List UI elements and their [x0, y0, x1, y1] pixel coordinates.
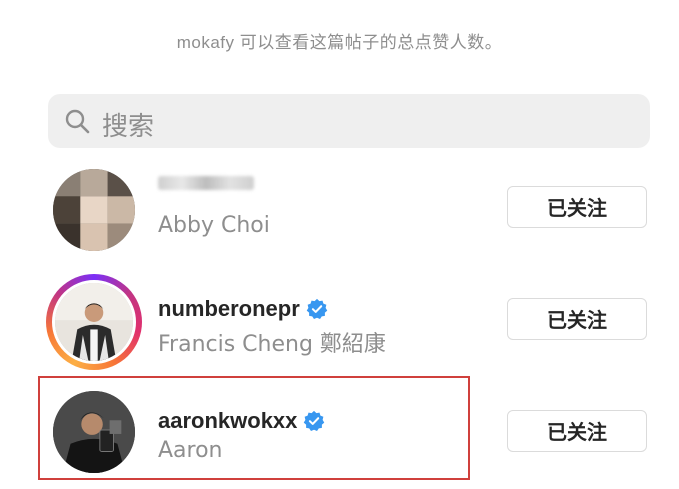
likes-notice: mokafy 可以查看这篇帖子的总点赞人数。	[176, 33, 503, 52]
following-button[interactable]: 已关注	[507, 186, 647, 228]
username-text: numberonepr	[158, 296, 300, 321]
username[interactable]	[158, 176, 260, 190]
following-button[interactable]: 已关注	[507, 298, 647, 340]
following-button[interactable]: 已关注	[507, 410, 647, 452]
avatar-image-blurred	[53, 169, 135, 251]
username-blurred	[158, 176, 254, 190]
avatar[interactable]	[46, 162, 142, 258]
user-row[interactable]: Abby Choi 已关注	[0, 160, 679, 260]
avatar-story-ring[interactable]	[46, 274, 142, 370]
user-row[interactable]: numberonepr Francis Cheng 鄭紹康 已关注	[0, 272, 679, 372]
search-bar[interactable]: 搜索	[48, 94, 650, 148]
highlight-box	[38, 376, 470, 480]
full-name: Abby Choi	[158, 213, 270, 238]
verified-badge-icon	[306, 298, 328, 319]
search-placeholder: 搜索	[102, 112, 155, 142]
avatar-image	[55, 283, 133, 361]
search-icon	[65, 109, 90, 134]
full-name: Francis Cheng 鄭紹康	[158, 332, 386, 357]
username[interactable]: numberonepr	[158, 296, 328, 322]
